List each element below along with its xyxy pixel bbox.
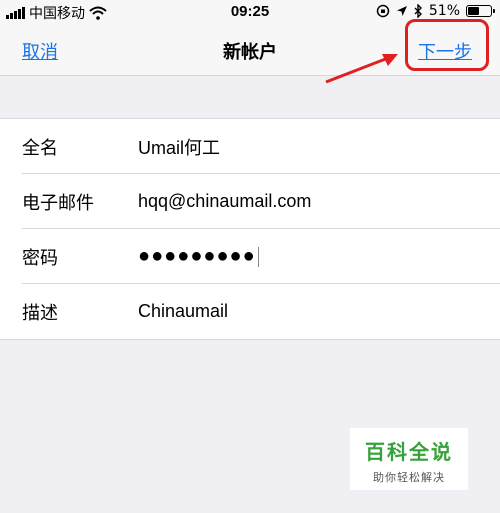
battery-icon (466, 5, 495, 17)
description-label: 描述 (22, 302, 58, 324)
password-input[interactable]: ●●●●●●●●● (138, 245, 259, 268)
text-cursor (257, 246, 259, 267)
next-button-highlight (405, 19, 489, 71)
watermark-subtitle: 助你轻松解决 (373, 471, 445, 484)
form-row-description[interactable]: 描述 Chinaumail (0, 284, 500, 339)
full-name-label: 全名 (22, 137, 58, 159)
full-name-input[interactable]: Umail何工 (138, 134, 220, 160)
battery-fill (468, 7, 479, 15)
email-label: 电子邮件 (22, 192, 94, 214)
status-right: 51% (376, 3, 495, 19)
password-label: 密码 (22, 247, 58, 269)
bluetooth-icon (414, 4, 422, 18)
account-form: 全名 Umail何工 电子邮件 hqq@chinaumail.com 密码 ●●… (0, 118, 500, 340)
watermark-title: 百科全说 (365, 440, 453, 464)
location-icon (396, 6, 407, 16)
watermark-logo: 百科全说 助你轻松解决 (350, 428, 468, 490)
pointer-arrow-icon (325, 54, 398, 84)
form-row-email[interactable]: 电子邮件 hqq@chinaumail.com (0, 174, 500, 229)
description-input[interactable]: Chinaumail (138, 301, 228, 322)
email-input[interactable]: hqq@chinaumail.com (138, 191, 311, 212)
form-row-full-name[interactable]: 全名 Umail何工 (0, 119, 500, 174)
form-row-password[interactable]: 密码 ●●●●●●●●● (0, 229, 500, 284)
battery-percent: 51% (428, 3, 460, 19)
password-dots: ●●●●●●●●● (138, 245, 256, 267)
orientation-lock-icon (376, 4, 390, 18)
